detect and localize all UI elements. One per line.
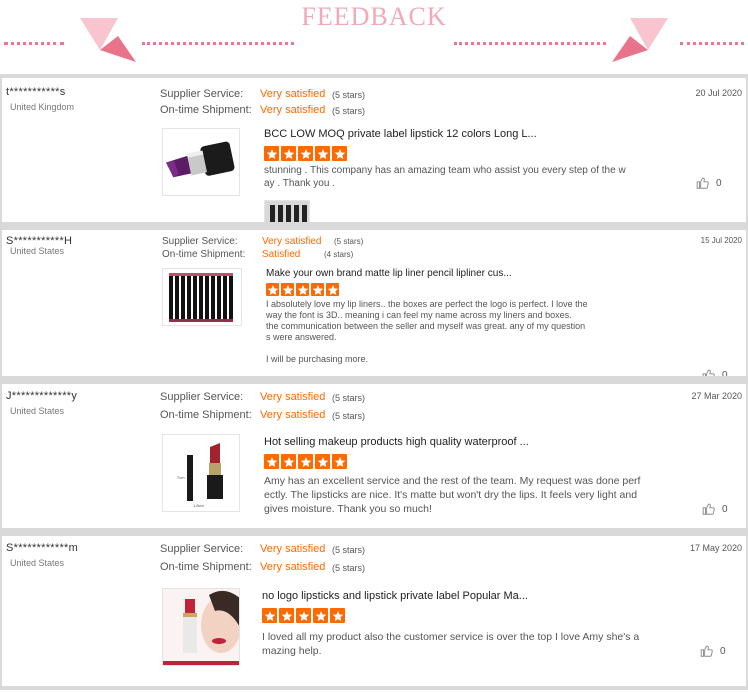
star-icon xyxy=(296,608,311,623)
ontime-shipment-stars: (5 stars) xyxy=(332,106,366,116)
review-text: stunning . This company has an amazing t… xyxy=(264,165,626,189)
supplier-service-value: Very satisfied xyxy=(260,88,326,100)
header-divider-center-left xyxy=(142,42,294,45)
supplier-service-label: Supplier Service: xyxy=(160,391,244,403)
buyer-country: United States xyxy=(10,406,65,416)
ontime-shipment-stars: (5 stars) xyxy=(332,411,366,421)
star-icon xyxy=(262,608,277,623)
buyer-country: United States xyxy=(10,246,65,256)
star-icon xyxy=(281,283,294,296)
ontime-shipment-value: Very satisfied xyxy=(260,561,326,573)
thumbs-up-icon xyxy=(696,177,709,189)
star-icon xyxy=(296,283,309,296)
ontime-shipment-value: Very satisfied xyxy=(260,409,326,421)
lip-liner-pencils-icon[interactable] xyxy=(162,268,242,326)
attachment-thumbnail[interactable] xyxy=(264,200,310,222)
review-text: I absolutely love my lip liners.. the bo… xyxy=(266,299,588,364)
star-icon xyxy=(281,146,296,161)
star-icon xyxy=(315,454,330,469)
review-text: I loved all my product also the customer… xyxy=(262,631,640,657)
review-date: 17 May 2020 xyxy=(689,543,742,553)
like-count: 0 xyxy=(722,503,728,515)
supplier-service-stars: (5 stars) xyxy=(334,237,364,246)
rating-stars xyxy=(266,283,339,296)
star-icon xyxy=(311,283,324,296)
star-icon xyxy=(315,146,330,161)
supplier-service-label: Supplier Service: xyxy=(160,88,244,100)
supplier-service-label: Supplier Service: xyxy=(160,543,244,555)
star-icon xyxy=(298,146,313,161)
header-divider-right xyxy=(680,42,744,45)
like-count: 0 xyxy=(720,645,726,657)
product-title-link[interactable]: Hot selling makeup products high quality… xyxy=(264,436,529,448)
like-button[interactable]: 0 xyxy=(702,502,728,516)
ontime-shipment-value: Very satisfied xyxy=(260,104,326,116)
buyer-name: J*************y xyxy=(6,390,78,402)
like-button[interactable]: 0 xyxy=(702,368,728,380)
ontime-shipment-label: On-time Shipment: xyxy=(162,249,246,260)
buyer-country: United States xyxy=(10,558,65,568)
purple-lipstick-icon[interactable] xyxy=(162,128,240,196)
header-divider-left xyxy=(4,42,64,45)
star-icon xyxy=(326,283,339,296)
star-icon xyxy=(330,608,345,623)
review-card: S***********H United States Supplier Ser… xyxy=(0,226,748,380)
star-icon xyxy=(264,454,279,469)
rating-stars xyxy=(264,146,347,161)
like-count: 0 xyxy=(722,369,728,380)
buyer-name: t***********s xyxy=(6,86,66,98)
star-icon xyxy=(332,454,347,469)
review-date: 15 Jul 2020 xyxy=(700,236,742,245)
supplier-service-label: Supplier Service: xyxy=(162,236,238,247)
ontime-shipment-stars: (5 stars) xyxy=(332,563,366,573)
star-icon xyxy=(279,608,294,623)
svg-text:7cm: 7cm xyxy=(177,475,185,480)
buyer-country: United Kingdom xyxy=(10,102,75,112)
ontime-shipment-label: On-time Shipment: xyxy=(160,561,252,573)
supplier-service-value: Very satisfied xyxy=(260,543,326,555)
review-text: Amy has an excellent service and the res… xyxy=(264,475,641,515)
review-card: J*************y United States Supplier S… xyxy=(0,380,748,532)
like-count: 0 xyxy=(716,177,722,189)
like-button[interactable]: 0 xyxy=(696,176,722,190)
supplier-service-value: Very satisfied xyxy=(260,391,326,403)
star-icon xyxy=(332,146,347,161)
star-icon xyxy=(298,454,313,469)
ontime-shipment-stars: (4 stars) xyxy=(324,250,354,259)
rating-stars xyxy=(264,454,347,469)
ontime-shipment-label: On-time Shipment: xyxy=(160,409,252,421)
star-icon xyxy=(264,146,279,161)
ontime-shipment-label: On-time Shipment: xyxy=(160,104,252,116)
review-card: t***********s United Kingdom Supplier Se… xyxy=(0,74,748,226)
star-icon xyxy=(266,283,279,296)
right-triangle-icon xyxy=(612,18,668,62)
thumbs-up-icon xyxy=(700,645,713,657)
review-card: S************m United States Supplier Se… xyxy=(0,532,748,690)
rating-stars xyxy=(262,608,345,623)
supplier-service-value: Very satisfied xyxy=(262,236,322,247)
product-title-link[interactable]: BCC LOW MOQ private label lipstick 12 co… xyxy=(264,128,537,140)
supplier-service-stars: (5 stars) xyxy=(332,393,366,403)
lipstick-model-icon[interactable] xyxy=(162,588,240,666)
supplier-service-stars: (5 stars) xyxy=(332,90,366,100)
header-divider-center-right xyxy=(454,42,606,45)
thumbs-up-icon xyxy=(702,503,715,515)
review-date: 20 Jul 2020 xyxy=(695,88,742,98)
buyer-name: S************m xyxy=(6,542,79,554)
supplier-service-stars: (5 stars) xyxy=(332,545,366,555)
review-date: 27 Mar 2020 xyxy=(691,391,742,401)
svg-text:1.8cm: 1.8cm xyxy=(193,503,205,508)
product-title-link[interactable]: Make your own brand matte lip liner penc… xyxy=(266,268,512,279)
thumbs-up-icon xyxy=(702,369,715,376)
red-lipstick-icon[interactable]: 7cm 1.8cm xyxy=(162,434,240,512)
star-icon xyxy=(313,608,328,623)
star-icon xyxy=(281,454,296,469)
product-title-link[interactable]: no logo lipsticks and lipstick private l… xyxy=(262,590,528,602)
ontime-shipment-value: Satisfied xyxy=(262,249,301,260)
feedback-header: FEEDBACK xyxy=(0,0,748,72)
like-button[interactable]: 0 xyxy=(700,644,726,658)
